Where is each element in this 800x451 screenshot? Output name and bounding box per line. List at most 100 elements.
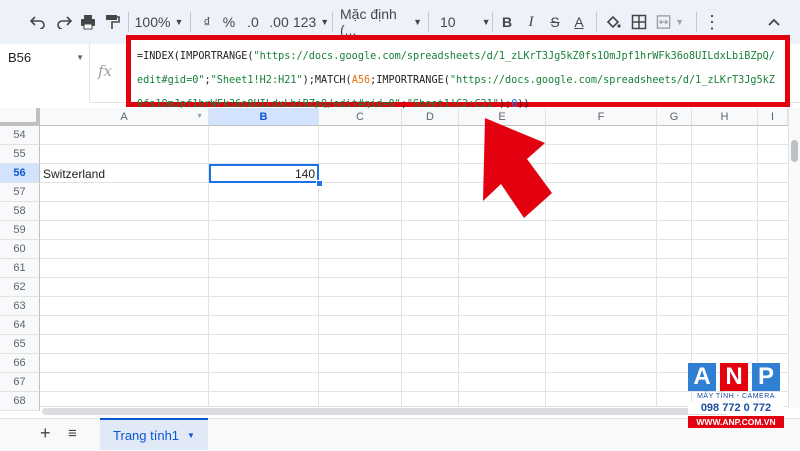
separator [190,12,191,32]
column-header-i[interactable]: I [758,108,788,126]
print-icon[interactable] [78,10,98,34]
chevron-down-icon: ▼ [413,17,422,27]
chevron-down-icon: ▼ [187,430,195,440]
chevron-down-icon: ▼ [481,17,491,27]
grid-line [40,220,788,221]
percent-button[interactable]: % [222,10,236,34]
formula-token: "Sheet1!H2:H21" [210,75,303,86]
sheet-tab[interactable]: Trang tính1 ▼ [100,418,208,450]
column-header-b[interactable]: B [209,108,319,126]
decrease-decimal-button[interactable]: .0 [244,10,262,34]
increase-decimal-button[interactable]: .00 [268,10,290,34]
row-header-59[interactable]: 59 [0,221,40,240]
italic-button[interactable]: I [524,10,538,34]
row-header-54[interactable]: 54 [0,126,40,145]
logo-letter-a: A [688,363,716,391]
column-header-c[interactable]: C [319,108,402,126]
cell-a56[interactable]: Switzerland [43,164,105,183]
grid-line [40,334,788,335]
chevron-down-icon: ▼ [76,52,84,62]
row-header-60[interactable]: 60 [0,240,40,259]
paint-format-icon[interactable] [102,10,122,34]
row-header-62[interactable]: 62 [0,278,40,297]
formula-token: A56 [351,75,371,86]
grid-line [40,258,788,259]
separator [492,12,493,32]
grid-line [401,126,402,408]
row-header-56[interactable]: 56 [0,164,40,183]
row-header-55[interactable]: 55 [0,145,40,164]
row-header-64[interactable]: 64 [0,316,40,335]
separator [128,12,129,32]
number-format-select[interactable]: 123 ▼ [292,10,330,34]
row-header-58[interactable]: 58 [0,202,40,221]
number-format-label: 123 [292,14,317,30]
row-header-57[interactable]: 57 [0,183,40,202]
row-header-66[interactable]: 66 [0,354,40,373]
logo-letter-n: N [720,363,748,391]
all-sheets-button[interactable]: ≡ [68,425,77,442]
sheet-tab-label: Trang tính1 [113,427,180,443]
undo-icon[interactable] [28,10,48,34]
currency-button[interactable]: ₫ [200,10,214,34]
grid-line [40,201,788,202]
font-size-select[interactable]: 10 ▼ [436,10,496,34]
column-header-g[interactable]: G [657,108,692,126]
font-family-value: Mặc định (... [340,6,397,38]
chevron-down-icon: ▼ [320,17,330,27]
grid-line [40,296,788,297]
italic-icon: I [528,13,534,30]
separator [428,12,429,32]
zoom-select[interactable]: 100% ▼ [134,10,184,34]
logo-tagline: MÁY TÍNH - CAMERA [697,393,775,400]
logo-phone: 098 772 0 772 [688,402,784,414]
column-menu-icon[interactable]: ▼ [196,113,203,120]
merge-icon[interactable]: ▼ [656,10,684,34]
row-header-61[interactable]: 61 [0,259,40,278]
row-header-68[interactable]: 68 [0,392,40,411]
strikethrough-button[interactable]: S [548,10,562,34]
name-box[interactable]: B56 ▼ [0,44,90,70]
red-arrow-annotation [483,118,552,218]
fx-icon: fx [98,62,113,80]
separator [596,12,597,32]
formula-token: =INDEX(IMPORTRANGE( [137,51,254,62]
grid-line [40,239,788,240]
name-box-value: B56 [8,49,32,65]
row-header-63[interactable]: 63 [0,297,40,316]
horizontal-scroll-thumb[interactable] [42,408,728,415]
row-header-65[interactable]: 65 [0,335,40,354]
grid-line [656,126,657,408]
vertical-scroll-thumb[interactable] [791,140,798,162]
row-header-67[interactable]: 67 [0,373,40,392]
add-sheet-button[interactable]: + [40,423,51,444]
font-family-select[interactable]: Mặc định (... ▼ [340,6,422,38]
grid-line [40,372,788,373]
anp-logo: A N P MÁY TÍNH - CAMERA 098 772 0 772 WW… [688,363,784,443]
font-size-value: 10 [440,14,456,30]
logo-letter-p: P [752,363,780,391]
zoom-value: 100% [134,14,171,30]
collapse-toolbar-icon[interactable] [766,10,782,34]
fill-color-icon[interactable] [604,10,622,34]
more-icon[interactable]: ⋮ [703,10,721,34]
fill-handle[interactable] [316,180,323,187]
borders-icon[interactable] [630,10,648,34]
grid-line [40,163,788,164]
chevron-down-icon: ▼ [675,17,684,27]
bold-button[interactable]: B [500,10,514,34]
column-header-h[interactable]: H [692,108,758,126]
formula-token: );MATCH( [302,75,352,86]
separator [332,12,333,32]
chevron-down-icon: ▼ [174,17,184,27]
logo-website: WWW.ANP.COM.VN [688,416,784,428]
text-color-button[interactable]: A [572,10,586,34]
column-header-f[interactable]: F [546,108,657,126]
grid-line [40,277,788,278]
select-all-corner[interactable] [0,108,40,126]
grid-line [40,315,788,316]
column-header-a[interactable]: A ▼ [40,108,209,126]
formula-input[interactable]: =INDEX(IMPORTRANGE("https://docs.google.… [126,35,790,110]
separator [696,12,697,32]
redo-icon[interactable] [54,10,74,34]
